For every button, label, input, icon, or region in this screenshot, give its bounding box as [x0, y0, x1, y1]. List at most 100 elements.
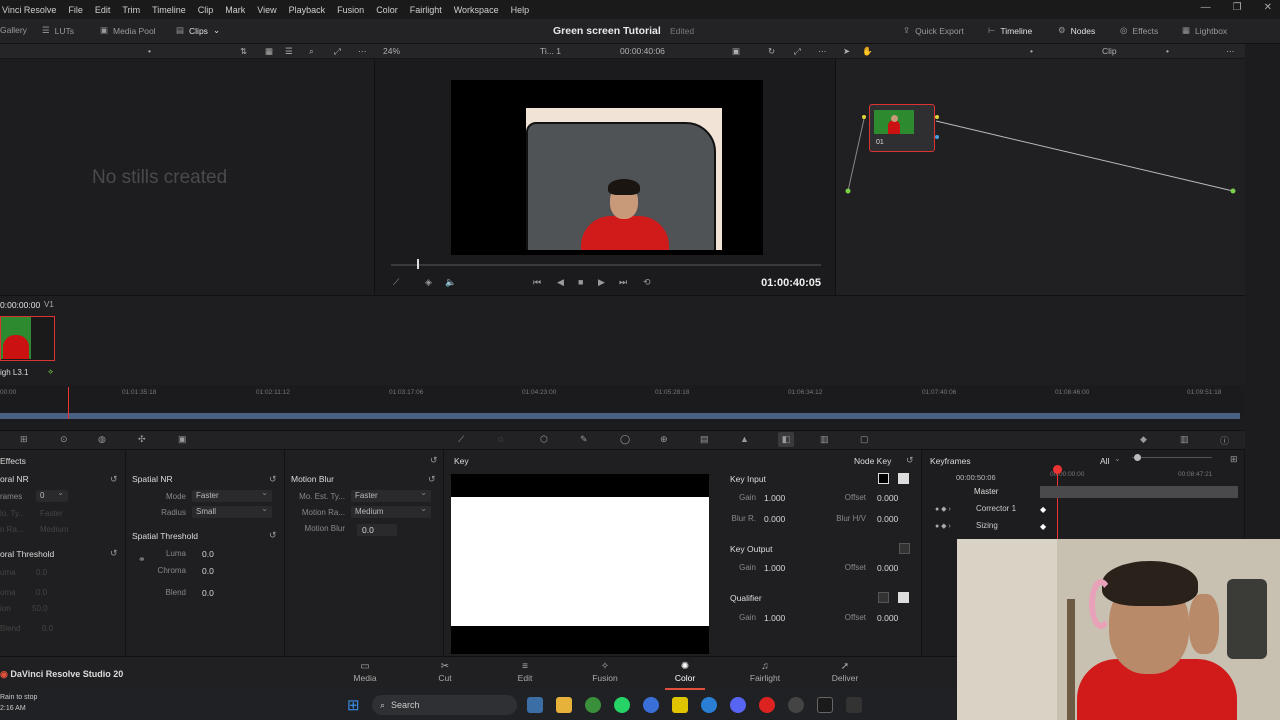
- eyedropper-icon[interactable]: ✎: [580, 434, 588, 445]
- menu-timeline[interactable]: Timeline: [152, 5, 186, 15]
- offset-value[interactable]: 0.000: [877, 493, 898, 503]
- page-deliver[interactable]: ➚ Deliver: [815, 661, 875, 683]
- motion-effects-icon[interactable]: ▣: [178, 434, 187, 445]
- mask-icon[interactable]: ◈: [425, 277, 432, 288]
- search-icon[interactable]: ⌕: [309, 46, 314, 57]
- clock-text[interactable]: 2:16 AM: [0, 705, 26, 712]
- key-output-toggle[interactable]: [899, 543, 910, 554]
- mini-timeline[interactable]: 00:00 01:01:35:18 01:02:11:12 01:03:17:0…: [0, 385, 1245, 421]
- timeline-button[interactable]: ⊢ Timeline: [988, 25, 1032, 36]
- menu-clip[interactable]: Clip: [198, 5, 214, 15]
- discord-icon[interactable]: [730, 697, 746, 713]
- snipping-icon[interactable]: [846, 697, 862, 713]
- edge-icon[interactable]: [701, 697, 717, 713]
- volume-icon[interactable]: 🔈: [445, 277, 456, 288]
- page-fairlight[interactable]: ♫ Fairlight: [735, 661, 795, 683]
- blur-radius-value[interactable]: 0.000: [764, 514, 785, 524]
- qualifier-toggle[interactable]: [878, 592, 889, 603]
- 3d-icon[interactable]: ▢: [860, 434, 869, 445]
- page-media[interactable]: ▭ Media: [335, 661, 395, 683]
- menu-file[interactable]: File: [68, 5, 83, 15]
- node-mode-select[interactable]: Clip: [1102, 46, 1117, 56]
- keyframe-zoom-slider[interactable]: [1132, 457, 1212, 458]
- key-icon[interactable]: ◧: [778, 432, 794, 447]
- taskbar-search[interactable]: ⌕ Search: [372, 695, 517, 715]
- loop-icon[interactable]: ↻: [768, 46, 775, 57]
- timeline-playhead[interactable]: [68, 387, 69, 419]
- motion-range-select[interactable]: Medium: [351, 504, 431, 518]
- menu-app[interactable]: Vinci Resolve: [2, 5, 56, 15]
- keyframe-marker[interactable]: ◆: [1040, 505, 1046, 514]
- windows-start-icon[interactable]: ⊞: [347, 696, 360, 714]
- viewer-scrubber[interactable]: [391, 264, 821, 266]
- keyframe-playhead[interactable]: [1053, 465, 1062, 474]
- keyframes-icon[interactable]: ◆: [1140, 434, 1147, 445]
- viewer-more-icon[interactable]: ⋯: [818, 46, 827, 57]
- gallery-button[interactable]: Gallery: [0, 25, 27, 35]
- reset-icon[interactable]: ↺: [269, 530, 277, 541]
- luma-value[interactable]: 0.0: [202, 549, 214, 559]
- display-icon[interactable]: ▣: [732, 46, 740, 57]
- maximize-icon[interactable]: ❐: [1233, 2, 1242, 13]
- key-input-swatch[interactable]: [878, 473, 889, 484]
- menu-fairlight[interactable]: Fairlight: [410, 5, 442, 15]
- record-icon[interactable]: [759, 697, 775, 713]
- tracker-icon[interactable]: ⊕: [660, 434, 668, 445]
- loop-icon[interactable]: ⟲: [643, 277, 651, 288]
- skip-end-icon[interactable]: ⏭: [619, 277, 627, 288]
- mo-est-select[interactable]: Faster: [351, 488, 431, 502]
- task-view-icon[interactable]: [527, 697, 543, 713]
- expand-icon[interactable]: ⤢: [334, 46, 341, 57]
- app-icon[interactable]: [672, 697, 688, 713]
- window-icon[interactable]: ◯: [620, 434, 630, 445]
- camera-raw-icon[interactable]: ⊞: [20, 434, 28, 445]
- keyframe-row-sizing[interactable]: Sizing: [976, 521, 998, 530]
- keyframe-row-master[interactable]: Master: [974, 487, 998, 496]
- reset-icon[interactable]: ↺: [906, 455, 914, 466]
- menu-fusion[interactable]: Fusion: [337, 5, 364, 15]
- scopes-icon[interactable]: ▥: [1180, 434, 1189, 445]
- reset-icon[interactable]: ↺: [110, 548, 118, 559]
- menu-help[interactable]: Help: [511, 5, 530, 15]
- capcut-icon[interactable]: [817, 697, 833, 713]
- wand-icon[interactable]: ⟋: [393, 277, 399, 288]
- menu-mark[interactable]: Mark: [225, 5, 245, 15]
- motion-blur-value[interactable]: 0.0: [357, 524, 397, 536]
- keyframe-marker[interactable]: ◆: [1040, 522, 1046, 531]
- scrubber-playhead[interactable]: [417, 259, 419, 269]
- zoom-handle[interactable]: [1134, 454, 1141, 461]
- clip-thumbnail[interactable]: [0, 316, 55, 361]
- frames-select[interactable]: 0: [36, 488, 68, 502]
- keyframe-row-corrector[interactable]: Corrector 1: [976, 504, 1016, 513]
- browser-icon[interactable]: [643, 697, 659, 713]
- chrome-icon[interactable]: [585, 697, 601, 713]
- color-match-icon[interactable]: ⊙: [60, 434, 68, 445]
- sizing-icon[interactable]: ▥: [820, 434, 829, 445]
- file-explorer-icon[interactable]: [556, 697, 572, 713]
- blur-icon[interactable]: ▲: [740, 434, 749, 444]
- color-wheels-icon[interactable]: ◍: [98, 434, 106, 445]
- whatsapp-icon[interactable]: [614, 697, 630, 713]
- reset-icon[interactable]: ↺: [428, 474, 436, 485]
- menu-color[interactable]: Color: [376, 5, 398, 15]
- qualifier-gain-value[interactable]: 1.000: [764, 613, 785, 623]
- blur-hv-value[interactable]: 0.000: [877, 514, 898, 524]
- davinci-taskbar-icon[interactable]: [788, 697, 804, 713]
- menu-trim[interactable]: Trim: [122, 5, 140, 15]
- grid-view-icon[interactable]: ▦: [265, 46, 273, 57]
- page-edit[interactable]: ≡ Edit: [495, 661, 555, 683]
- output-offset-value[interactable]: 0.000: [877, 563, 898, 573]
- reset-icon[interactable]: ↺: [110, 474, 118, 485]
- weather-text[interactable]: Rain to stop: [0, 694, 37, 701]
- key-input-invert[interactable]: [898, 473, 909, 484]
- effects-button[interactable]: ◎ Effects: [1120, 25, 1158, 36]
- timeline-select[interactable]: Ti... 1: [540, 46, 561, 56]
- qualifier-icon[interactable]: ⬡: [540, 434, 548, 445]
- more-icon[interactable]: ⋯: [358, 46, 367, 57]
- keyframes-filter[interactable]: All: [1100, 456, 1109, 466]
- video-frame[interactable]: [451, 80, 763, 255]
- lightbox-button[interactable]: ▦ Lightbox: [1182, 25, 1227, 36]
- qualifier-invert[interactable]: [898, 592, 909, 603]
- reset-icon[interactable]: ↺: [430, 455, 438, 466]
- output-gain-value[interactable]: 1.000: [764, 563, 785, 573]
